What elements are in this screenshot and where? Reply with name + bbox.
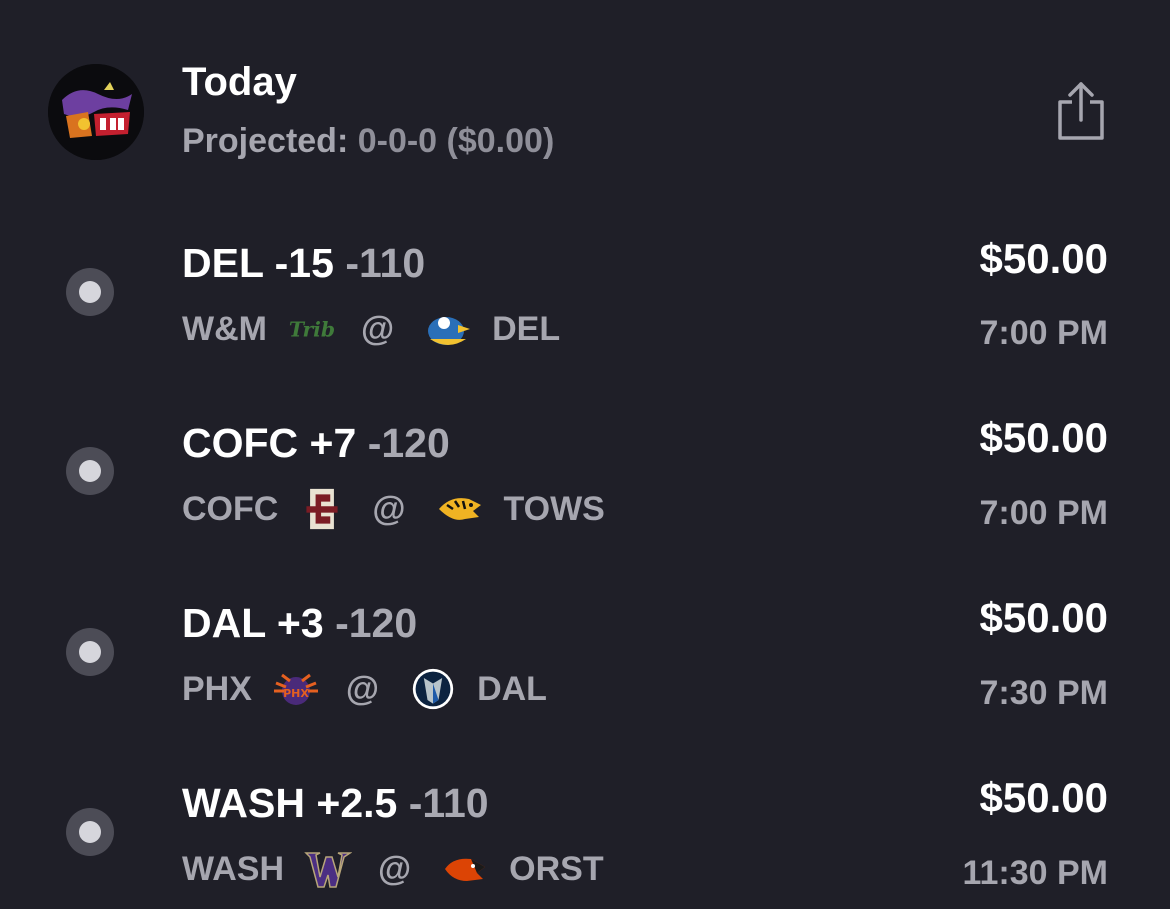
bet-pick-team: WASH +2.5 bbox=[182, 780, 398, 826]
oregon-state-beaver-logo bbox=[445, 858, 486, 881]
game-time: 11:30 PM bbox=[962, 854, 1108, 892]
bet-pick-odds: -110 bbox=[345, 240, 426, 286]
bet-select-radio[interactable] bbox=[66, 808, 114, 856]
bet-amount: $50.00 bbox=[979, 774, 1108, 821]
bet-pick-team: DEL -15 bbox=[182, 240, 334, 286]
bet-pick-odds: -110 bbox=[408, 780, 489, 826]
charleston-logo bbox=[306, 488, 338, 530]
home-team: DEL bbox=[492, 309, 561, 348]
away-team: PHX bbox=[182, 669, 252, 708]
bet-matchup: PHX PHX @ DAL bbox=[182, 665, 547, 713]
bet-amount: $50.00 bbox=[979, 594, 1108, 641]
svg-text:PHX: PHX bbox=[283, 687, 309, 700]
game-time: 7:00 PM bbox=[979, 494, 1109, 532]
washington-huskies-logo bbox=[304, 852, 352, 888]
away-team: COFC bbox=[182, 489, 279, 528]
bet-pick-team: DAL +3 bbox=[182, 600, 324, 646]
towson-tiger-logo bbox=[439, 498, 482, 520]
home-team: DAL bbox=[477, 669, 547, 708]
bet-select-radio[interactable] bbox=[66, 268, 114, 316]
bet-pick: COFC +7 -120 bbox=[182, 420, 450, 467]
dallas-mavericks-logo bbox=[412, 668, 454, 710]
svg-text:Tribe: Tribe bbox=[289, 317, 335, 341]
bet-select-radio[interactable] bbox=[66, 447, 114, 495]
at-separator: @ bbox=[372, 489, 406, 528]
at-separator: @ bbox=[345, 669, 380, 708]
phoenix-suns-logo: PHX bbox=[273, 673, 318, 705]
bet-pick-team: COFC +7 bbox=[182, 420, 357, 466]
bet-pick: WASH +2.5 -110 bbox=[182, 780, 489, 827]
bet-row[interactable]: WASH +2.5 -110 $50.00 WASH @ ORST 11:30 … bbox=[0, 0, 1170, 892]
bet-matchup: W&M Tribe @ DEL bbox=[182, 305, 560, 353]
bet-pick: DEL -15 -110 bbox=[182, 240, 425, 287]
william-and-mary-tribe-logo: Tribe bbox=[289, 317, 335, 341]
away-team: WASH bbox=[182, 849, 284, 888]
bet-amount: $50.00 bbox=[979, 235, 1108, 282]
game-time: 7:30 PM bbox=[979, 674, 1109, 712]
bet-matchup: WASH @ ORST bbox=[182, 845, 604, 893]
home-team: ORST bbox=[509, 849, 604, 888]
home-team: TOWS bbox=[503, 489, 605, 528]
bet-select-radio[interactable] bbox=[66, 628, 114, 676]
bet-pick: DAL +3 -120 bbox=[182, 600, 417, 647]
bet-pick-odds: -120 bbox=[335, 600, 418, 646]
at-separator: @ bbox=[378, 849, 412, 888]
game-time: 7:00 PM bbox=[979, 314, 1109, 352]
bet-amount: $50.00 bbox=[979, 414, 1108, 461]
bet-matchup: COFC @ TOWS bbox=[182, 485, 605, 533]
at-separator: @ bbox=[360, 309, 395, 348]
delaware-blue-hen-logo bbox=[428, 317, 471, 345]
bet-pick-odds: -120 bbox=[367, 420, 450, 466]
away-team: W&M bbox=[182, 309, 267, 348]
